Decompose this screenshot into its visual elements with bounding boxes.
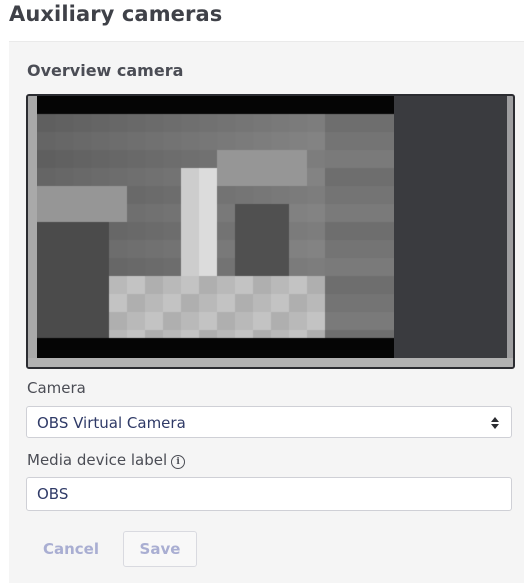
save-button[interactable]: Save — [123, 531, 197, 567]
camera-select[interactable]: OBS Virtual Camera — [26, 406, 512, 438]
preview-dark-area — [394, 96, 507, 358]
media-device-label-heading: Media device label i — [27, 451, 186, 469]
cancel-button[interactable]: Cancel — [33, 531, 109, 567]
page-title: Auxiliary cameras — [9, 2, 223, 26]
auxiliary-cameras-page: Auxiliary cameras Overview camera Camera… — [0, 0, 524, 583]
camera-preview — [26, 94, 515, 369]
up-down-arrows-icon — [491, 417, 499, 429]
media-device-label-input[interactable] — [26, 477, 512, 511]
section-title: Overview camera — [27, 61, 184, 80]
info-icon[interactable]: i — [171, 455, 186, 469]
preview-bottom-strip — [28, 358, 513, 367]
camera-select-value: OBS Virtual Camera — [37, 414, 186, 432]
media-device-label-text: Media device label — [27, 451, 168, 469]
overview-camera-panel: Overview camera Camera OBS Virtual Camer… — [9, 41, 524, 583]
camera-preview-image — [37, 96, 394, 358]
camera-label: Camera — [27, 379, 86, 397]
preview-left-strip — [28, 96, 37, 367]
